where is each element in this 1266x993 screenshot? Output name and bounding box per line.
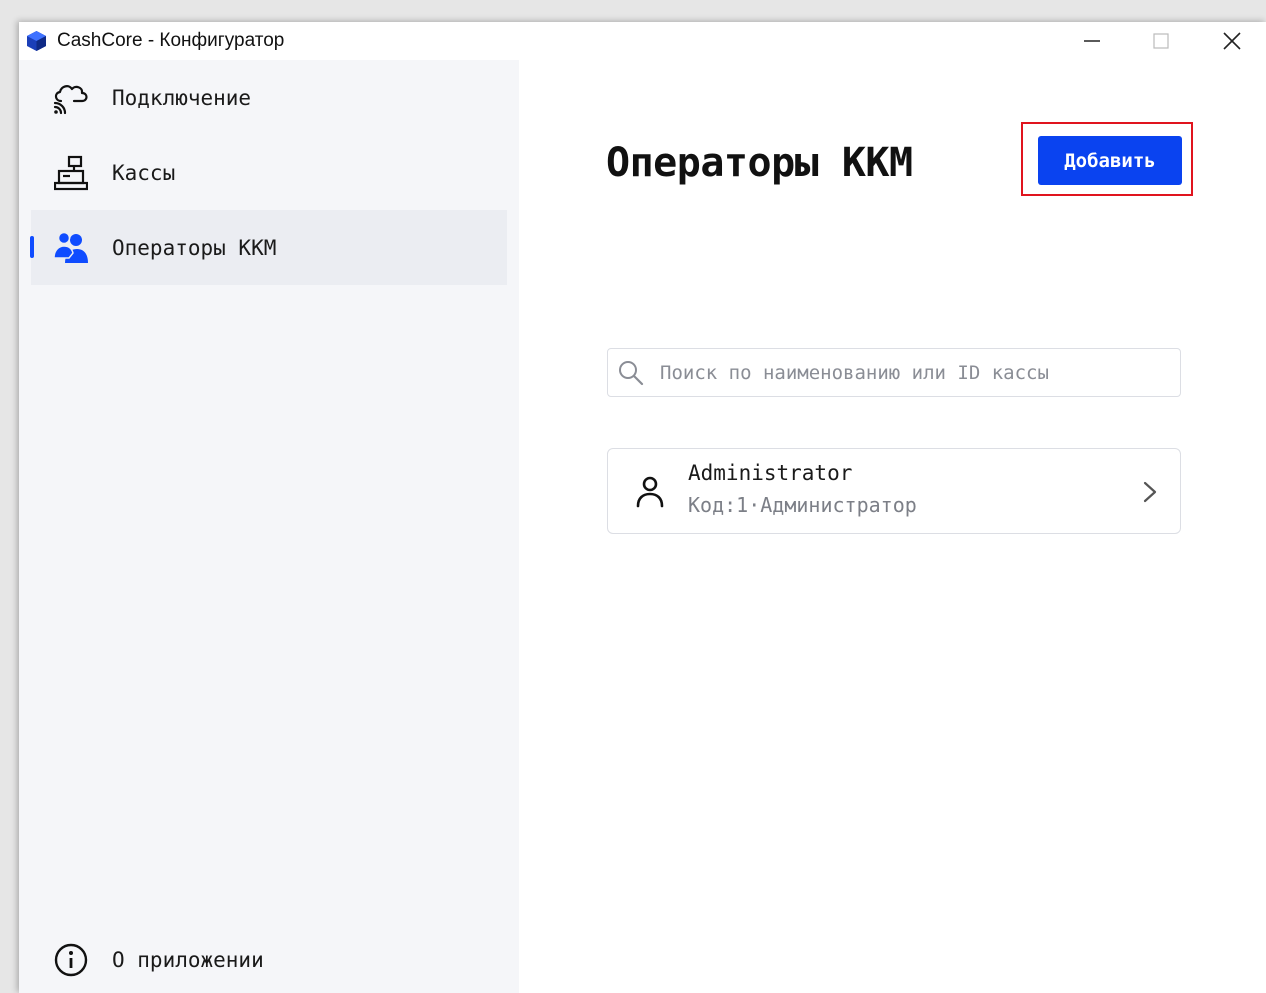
operator-name: Administrator bbox=[688, 461, 853, 485]
page-title: Операторы ККМ bbox=[606, 140, 913, 186]
cash-register-icon bbox=[51, 153, 91, 193]
title-bar: CashCore - Конфигуратор bbox=[19, 22, 1266, 60]
sidebar-item-label: Подключение bbox=[112, 85, 252, 110]
search-input[interactable] bbox=[658, 349, 1172, 397]
add-operator-button[interactable]: Добавить bbox=[1038, 136, 1182, 185]
close-icon bbox=[1223, 32, 1241, 50]
operator-details: Код:1·Администратор bbox=[688, 493, 917, 517]
operator-list-item[interactable]: Administrator Код:1·Администратор bbox=[607, 448, 1181, 534]
minimize-icon bbox=[1084, 40, 1100, 42]
window-title: CashCore - Конфигуратор bbox=[57, 30, 285, 51]
app-window: CashCore - Конфигуратор Подключение Касс… bbox=[19, 22, 1266, 993]
cashcore-logo-icon bbox=[27, 31, 46, 51]
sidebar-item-connection[interactable]: Подключение bbox=[31, 60, 507, 135]
main-panel: Операторы ККМ Добавить Administrator Код… bbox=[519, 60, 1266, 993]
search-icon bbox=[619, 361, 644, 386]
minimize-button[interactable] bbox=[1058, 22, 1126, 60]
users-icon bbox=[51, 228, 91, 268]
info-icon bbox=[51, 940, 91, 980]
sidebar-item-operators[interactable]: Операторы ККМ bbox=[30, 210, 507, 285]
sidebar: Подключение Кассы Операторы ККМ О прилож… bbox=[19, 60, 519, 993]
close-button[interactable] bbox=[1198, 22, 1266, 60]
chevron-right-icon bbox=[1143, 481, 1157, 503]
maximize-icon bbox=[1153, 33, 1169, 49]
sidebar-item-label: Кассы bbox=[112, 160, 176, 185]
sidebar-item-label: Операторы ККМ bbox=[112, 235, 277, 260]
sidebar-item-about[interactable]: О приложении bbox=[31, 922, 507, 993]
sidebar-item-label: О приложении bbox=[112, 947, 264, 972]
user-icon bbox=[636, 476, 664, 508]
active-indicator bbox=[30, 236, 34, 258]
maximize-button[interactable] bbox=[1127, 22, 1195, 60]
search-field[interactable] bbox=[607, 348, 1181, 397]
cloud-connection-icon bbox=[51, 78, 91, 118]
sidebar-item-registers[interactable]: Кассы bbox=[31, 135, 507, 210]
